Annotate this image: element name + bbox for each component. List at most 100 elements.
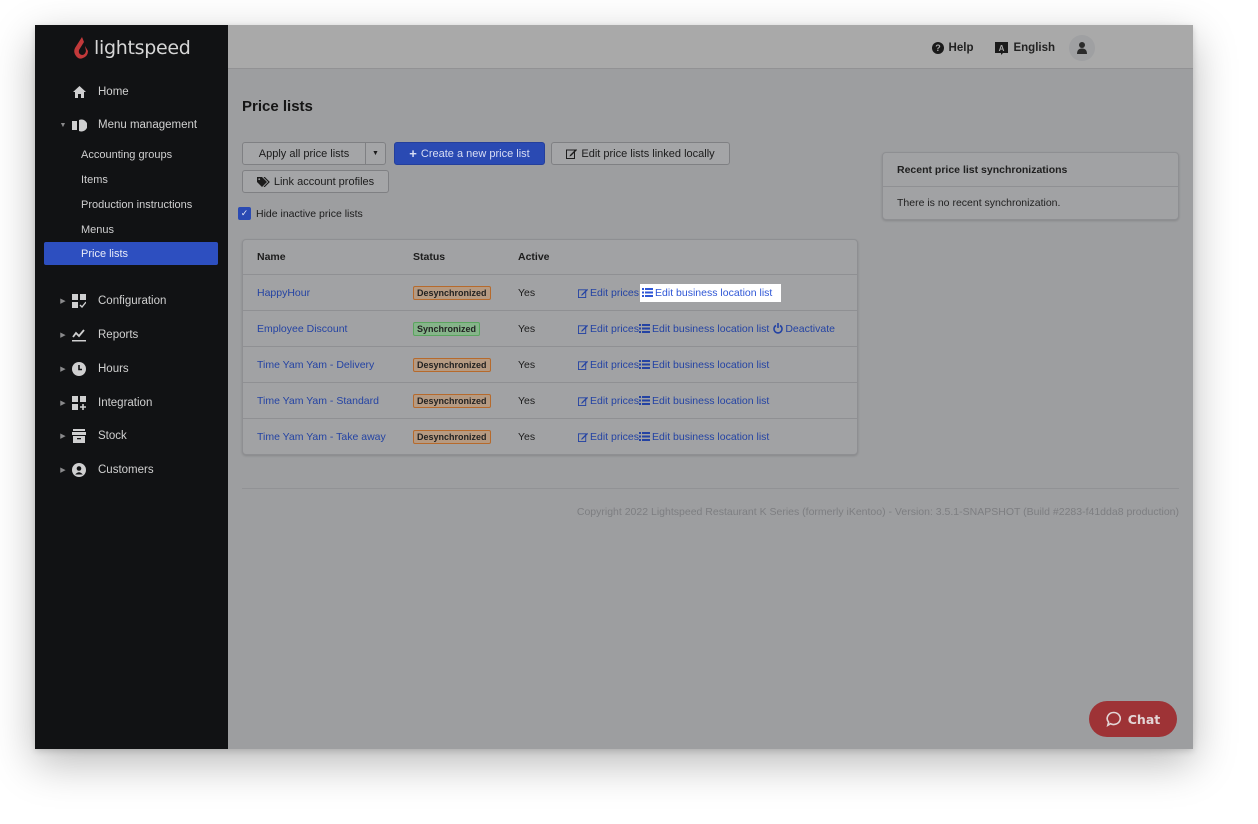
action-label: Deactivate (785, 322, 835, 335)
sidebar-item-stock[interactable]: ▶ Stock (35, 425, 228, 447)
status-cell: Desynchronized (413, 285, 491, 300)
status-badge: Desynchronized (413, 393, 491, 408)
chevron-right-icon: ▶ (60, 332, 66, 339)
edit-business-location-list-link[interactable]: Edit business location list (639, 431, 769, 443)
price-list-name-link[interactable]: HappyHour (257, 287, 310, 299)
sidebar-item-home[interactable]: Home (35, 81, 228, 103)
sidebar-item-menus[interactable]: Menus (44, 218, 218, 241)
svg-text:?: ? (935, 43, 941, 53)
sidebar-item-label: Hours (98, 363, 129, 375)
topbar-actions: ? Help A English (910, 34, 1095, 62)
apply-dropdown-toggle[interactable]: ▼ (366, 142, 386, 165)
edit-business-location-list-link[interactable]: Edit business location list (640, 283, 782, 302)
status-badge: Desynchronized (413, 285, 491, 300)
action-label: Edit prices (590, 394, 640, 407)
plus-icon: + (409, 146, 417, 161)
list-icon (639, 432, 651, 441)
table-row: Employee Discount Synchronized Yes Edit … (243, 310, 857, 346)
edit-icon (578, 432, 588, 442)
action-label: Edit business location list (655, 286, 773, 299)
sidebar-item-label: Items (81, 173, 108, 186)
edit-price-lists-linked-locally-button[interactable]: Edit price lists linked locally (551, 142, 730, 165)
edit-icon (578, 396, 588, 406)
edit-business-location-list-link[interactable]: Edit business location list (639, 395, 769, 407)
sidebar-item-production-instructions[interactable]: Production instructions (44, 193, 218, 216)
clock-icon (71, 361, 87, 377)
sidebar-item-customers[interactable]: ▶ Customers (35, 459, 228, 481)
status-cell: Synchronized (413, 321, 481, 336)
sidebar-item-price-lists[interactable]: Price lists (44, 242, 218, 265)
sidebar-item-label: Accounting groups (81, 148, 173, 161)
hide-inactive-label[interactable]: Hide inactive price lists (256, 208, 363, 220)
recent-synchronizations-panel: Recent price list synchronizations There… (882, 152, 1179, 220)
active-value: Yes (518, 286, 536, 299)
price-list-name-link[interactable]: Time Yam Yam - Take away (257, 431, 386, 443)
button-label: Create a new price list (420, 147, 530, 160)
table-row: Time Yam Yam - Standard Desynchronized Y… (243, 382, 857, 418)
sidebar-item-menu-management[interactable]: ▼ Menu management (35, 114, 228, 136)
price-list-name-link[interactable]: Time Yam Yam - Delivery (257, 359, 374, 371)
edit-business-location-list-link[interactable]: Edit business location list (639, 359, 769, 371)
status-cell: Desynchronized (413, 393, 491, 408)
edit-prices-link[interactable]: Edit prices (578, 431, 639, 443)
chevron-right-icon: ▶ (60, 366, 66, 373)
chat-button[interactable]: Chat (1089, 701, 1177, 737)
row-actions: Edit prices Edit business location list De… (578, 323, 835, 335)
language-selector[interactable]: A English (995, 41, 1055, 55)
edit-prices-link[interactable]: Edit prices (578, 323, 639, 335)
edit-prices-link[interactable]: Edit prices (578, 287, 639, 299)
deactivate-link[interactable]: Deactivate (773, 323, 835, 335)
sidebar-item-integration[interactable]: ▶ Integration (35, 392, 228, 414)
create-price-list-button[interactable]: + Create a new price list (394, 142, 545, 165)
sidebar-item-reports[interactable]: ▶ Reports (35, 324, 228, 346)
action-label: Edit business location list (652, 358, 770, 371)
hide-inactive-checkbox[interactable]: ✓ (238, 207, 251, 220)
user-menu-button[interactable] (1069, 35, 1095, 61)
sidebar-item-label: Production instructions (81, 198, 193, 211)
sidebar-item-label: Menu management (98, 119, 198, 131)
sidebar-item-items[interactable]: Items (44, 168, 218, 191)
sidebar-item-label: Menus (81, 223, 115, 236)
chevron-right-icon: ▶ (60, 467, 66, 474)
edit-prices-link[interactable]: Edit prices (578, 359, 639, 371)
price-list-name-link[interactable]: Time Yam Yam - Standard (257, 395, 379, 407)
app-window: lightspeed Home ▼ Menu management Accoun… (35, 25, 1193, 749)
chevron-down-icon: ▼ (59, 121, 67, 129)
action-label: Edit business location list (652, 430, 770, 443)
help-label: Help (948, 42, 974, 54)
action-label: Edit prices (590, 358, 640, 371)
active-value: Yes (518, 322, 536, 335)
sidebar-item-label: Reports (98, 329, 139, 341)
price-lists-table: Name Status Active HappyHour Desynchroni… (242, 239, 858, 455)
chevron-right-icon: ▶ (60, 400, 66, 407)
price-list-name-link[interactable]: Employee Discount (257, 323, 347, 335)
brand-logo[interactable]: lightspeed (73, 35, 191, 61)
edit-prices-link[interactable]: Edit prices (578, 395, 639, 407)
list-icon (642, 288, 654, 297)
power-icon (773, 323, 784, 334)
help-link[interactable]: ? Help (931, 42, 974, 54)
table-row: HappyHour Desynchronized Yes Edit prices… (243, 274, 857, 310)
sidebar-item-label: Configuration (98, 295, 167, 307)
active-value: Yes (518, 358, 536, 371)
chevron-right-icon: ▶ (60, 433, 66, 440)
language-label: English (1013, 42, 1055, 54)
svg-text:A: A (999, 43, 1005, 52)
row-actions: Edit prices Edit business location list (578, 395, 769, 407)
topbar: ? Help A English (228, 25, 1193, 69)
apply-all-price-lists-button[interactable]: Apply all price lists (242, 142, 366, 165)
action-label: Edit prices (590, 322, 640, 335)
edit-business-location-list-link[interactable]: Edit business location list (639, 323, 769, 335)
sidebar-item-accounting-groups[interactable]: Accounting groups (44, 143, 218, 166)
status-cell: Desynchronized (413, 357, 491, 372)
link-account-profiles-button[interactable]: Link account profiles (242, 170, 389, 193)
tags-icon (256, 176, 270, 187)
edit-icon (578, 288, 588, 298)
brand-name: lightspeed (94, 37, 191, 59)
sidebar-item-configuration[interactable]: ▶ Configuration (35, 290, 228, 312)
row-actions: Edit prices Edit business location list (578, 359, 769, 371)
reports-icon (71, 327, 87, 343)
action-label: Edit prices (590, 430, 640, 443)
sidebar-item-label: Stock (98, 430, 127, 442)
sidebar-item-hours[interactable]: ▶ Hours (35, 358, 228, 380)
